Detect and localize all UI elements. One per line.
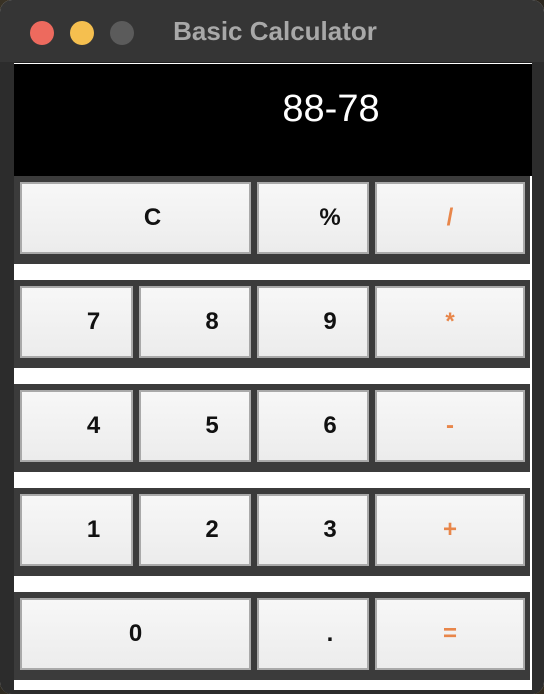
digit-5-button[interactable]: 5 [139,390,251,462]
keypad-row-1: C % / [14,176,530,264]
keypad-row-5: 0 . = [14,592,530,680]
digit-3-button[interactable]: 3 [257,494,369,566]
percent-button[interactable]: % [257,182,369,254]
display-value: 88-78 [282,88,380,130]
window-border-right [532,62,544,694]
window-border-bottom [0,690,544,694]
keypad-row-4: 1 2 3 + [14,488,530,576]
digit-2-button[interactable]: 2 [139,494,251,566]
keypad-row-2: 7 8 9 * [14,280,530,368]
calculator-window: Basic Calculator 88-78 C % / 7 8 9 * 4 5… [0,0,544,694]
equals-button[interactable]: = [375,598,525,670]
digit-9-button[interactable]: 9 [257,286,369,358]
add-button[interactable]: + [375,494,525,566]
decimal-button[interactable]: . [257,598,369,670]
digit-6-button[interactable]: 6 [257,390,369,462]
display: 88-78 [14,64,532,176]
window-border-left [0,62,14,694]
digit-7-button[interactable]: 7 [20,286,133,358]
digit-4-button[interactable]: 4 [20,390,133,462]
clear-button[interactable]: C [20,182,251,254]
digit-8-button[interactable]: 8 [139,286,251,358]
window-title: Basic Calculator [173,16,377,46]
digit-1-button[interactable]: 1 [20,494,133,566]
multiply-button[interactable]: * [375,286,525,358]
divide-button[interactable]: / [375,182,525,254]
keypad-row-3: 4 5 6 - [14,384,530,472]
subtract-button[interactable]: - [375,390,525,462]
title-bar: Basic Calculator [0,0,544,63]
digit-0-button[interactable]: 0 [20,598,251,670]
